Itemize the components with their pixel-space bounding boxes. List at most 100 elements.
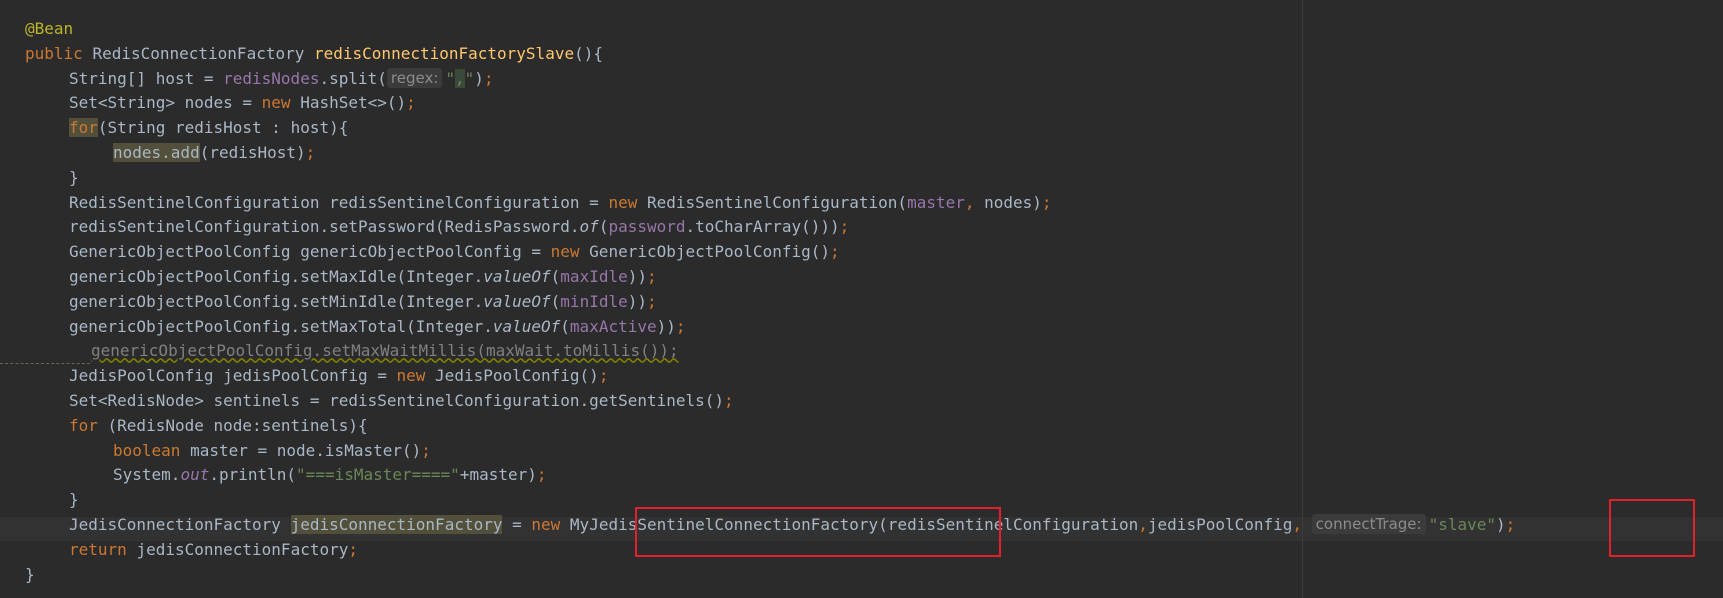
code-token: ; xyxy=(305,143,316,162)
code-token: genericObjectPoolConfig.setMaxTotal(Inte… xyxy=(69,316,493,336)
code-token: jedisConnectionFactory xyxy=(136,539,349,559)
code-token: (){ xyxy=(574,43,603,63)
code-token: ( xyxy=(550,291,561,311)
code-token: (String redisHost : host){ xyxy=(97,118,349,138)
code-token: valueOf xyxy=(483,267,551,286)
code-token: ; xyxy=(406,93,416,113)
code-token: , xyxy=(964,192,985,212)
code-token: out xyxy=(180,465,210,485)
code-token: maxActive xyxy=(569,316,657,336)
code-token: String[] host = xyxy=(69,68,224,88)
code-token: RedisSentinelConfiguration( xyxy=(646,192,908,212)
code-token: password xyxy=(608,217,686,237)
code-token: ; xyxy=(1505,515,1516,534)
code-token: maxIdle xyxy=(560,267,628,286)
code-token: ; xyxy=(421,440,431,460)
code-token: ; xyxy=(536,465,547,485)
code-token: genericObjectPoolConfig.setMinIdle(Integ… xyxy=(69,291,484,311)
code-token: genericObjectPoolConfig.setMaxWaitMillis… xyxy=(91,341,679,361)
code-token: } xyxy=(25,564,35,584)
code-token: +master) xyxy=(459,465,537,485)
code-token: for xyxy=(69,118,98,138)
code-token: new xyxy=(550,242,590,262)
code-token: Set<RedisNode> sentinels = redisSentinel… xyxy=(69,391,725,410)
right-margin-guide xyxy=(1302,0,1303,598)
code-line[interactable]: genericObjectPoolConfig.setMaxTotal(Inte… xyxy=(69,315,686,339)
code-token: JedisPoolConfig jedisPoolConfig = xyxy=(69,366,397,386)
code-token: nodes) xyxy=(984,192,1042,212)
highlight-box-slave-arg xyxy=(1609,499,1695,557)
code-token: JedisPoolConfig() xyxy=(435,366,599,386)
code-token: HashSet<>() xyxy=(300,93,407,113)
code-line[interactable]: return jedisConnectionFactory; xyxy=(69,538,358,562)
code-token: ( xyxy=(598,217,609,237)
code-token: " xyxy=(464,68,475,88)
highlight-box-class-name xyxy=(635,507,1001,557)
code-token: new xyxy=(261,93,301,113)
code-token: JedisConnectionFactory xyxy=(69,515,291,534)
code-token: RedisConnectionFactory xyxy=(92,43,314,63)
code-line[interactable]: for(String redisHost : host){ xyxy=(69,116,348,140)
code-line[interactable]: System.out.println("===isMaster===="+mas… xyxy=(113,463,547,487)
code-line[interactable]: genericObjectPoolConfig.setMaxIdle(Integ… xyxy=(69,265,657,289)
code-token: ; xyxy=(647,267,657,286)
parameter-hint: connectTrage: xyxy=(1311,514,1426,534)
code-line[interactable]: public RedisConnectionFactory redisConne… xyxy=(25,42,603,66)
code-line[interactable]: for (RedisNode node:sentinels){ xyxy=(69,414,368,438)
code-token: master = node.isMaster() xyxy=(190,440,422,460)
code-token: ) xyxy=(474,68,484,88)
code-line[interactable]: genericObjectPoolConfig.setMaxWaitMillis… xyxy=(91,339,679,363)
code-token: boolean xyxy=(113,440,191,460)
code-line[interactable]: genericObjectPoolConfig.setMinIdle(Integ… xyxy=(69,290,657,314)
code-token: GenericObjectPoolConfig genericObjectPoo… xyxy=(69,242,551,262)
code-token: .toCharArray())) xyxy=(685,217,840,237)
code-token: , xyxy=(1138,515,1148,534)
code-token: redisConnectionFactorySlave xyxy=(314,43,575,63)
code-token: )) xyxy=(656,316,676,336)
code-token: ; xyxy=(724,391,734,410)
code-token: nodes.add xyxy=(113,143,200,162)
code-token: valueOf xyxy=(492,316,561,336)
code-token: = xyxy=(502,515,532,534)
code-token: jedisPoolConfig xyxy=(1147,515,1293,534)
code-token: Set<String> nodes = xyxy=(69,93,262,113)
code-line[interactable]: RedisSentinelConfiguration redisSentinel… xyxy=(69,191,1052,215)
code-line[interactable]: redisSentinelConfiguration.setPassword(R… xyxy=(69,215,849,239)
code-line[interactable]: boolean master = node.isMaster(); xyxy=(113,439,431,463)
code-line[interactable]: Set<String> nodes = new HashSet<>(); xyxy=(69,91,416,115)
code-token: ( xyxy=(560,316,570,336)
code-token: )) xyxy=(627,291,647,311)
code-token: return xyxy=(69,539,137,559)
code-token: for xyxy=(69,415,108,435)
code-token: )) xyxy=(627,267,647,286)
code-line[interactable]: Set<RedisNode> sentinels = redisSentinel… xyxy=(69,389,734,413)
code-token: "===isMaster====" xyxy=(296,465,460,485)
parameter-hint: regex: xyxy=(386,67,443,88)
code-token: ; xyxy=(647,291,657,311)
code-token: .split( xyxy=(319,68,387,88)
code-token: ; xyxy=(1041,192,1052,212)
code-token: ; xyxy=(348,539,358,559)
code-token: ; xyxy=(598,366,609,386)
code-token: } xyxy=(69,490,79,510)
code-line[interactable]: } xyxy=(69,488,79,512)
code-line[interactable]: JedisPoolConfig jedisPoolConfig = new Je… xyxy=(69,364,608,388)
code-line[interactable]: nodes.add(redisHost); xyxy=(113,141,315,165)
code-editor[interactable]: @Bean public RedisConnectionFactory redis… xyxy=(0,0,1723,598)
code-token: new xyxy=(608,192,647,212)
code-token: .println( xyxy=(209,465,297,485)
code-token: RedisSentinelConfiguration redisSentinel… xyxy=(69,192,609,212)
code-token: , xyxy=(455,68,465,88)
code-token: "slave" xyxy=(1428,515,1497,534)
code-token: ) xyxy=(1496,515,1506,534)
code-token: genericObjectPoolConfig.setMaxIdle(Integ… xyxy=(69,267,484,286)
code-line[interactable]: } xyxy=(69,166,79,190)
code-token: ; xyxy=(830,242,840,262)
code-token: @Bean xyxy=(25,19,74,38)
code-line[interactable]: @Bean xyxy=(25,17,73,41)
code-line[interactable]: String[] host = redisNodes.split(regex: "… xyxy=(69,67,494,91)
code-token: , xyxy=(1292,515,1312,534)
code-line[interactable]: GenericObjectPoolConfig genericObjectPoo… xyxy=(69,240,840,264)
code-line[interactable]: } xyxy=(25,563,35,587)
code-token: minIdle xyxy=(560,291,628,311)
